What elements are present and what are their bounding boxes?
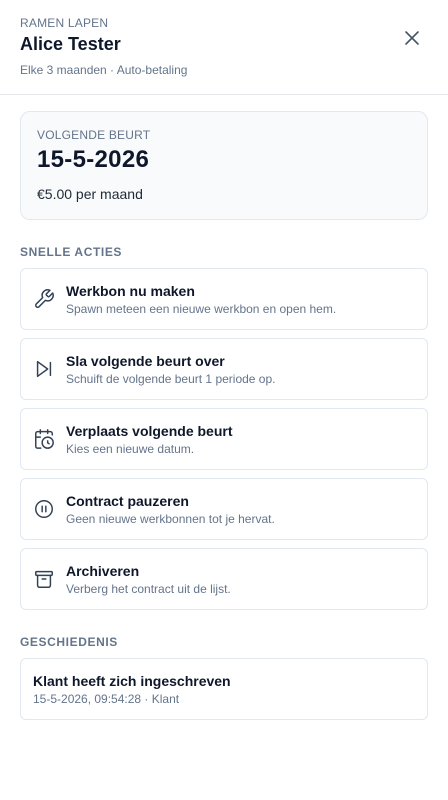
history-event-title: Klant heeft zich ingeschreven bbox=[33, 673, 231, 689]
create-work-order-button[interactable]: Werkbon nu maken Spawn meteen een nieuwe… bbox=[20, 268, 428, 330]
service-name: RAMEN LAPEN bbox=[20, 16, 109, 30]
action-title: Archiveren bbox=[66, 562, 140, 579]
action-description: Verberg het contract uit de lijst. bbox=[66, 581, 231, 596]
archive-icon bbox=[33, 568, 55, 590]
skip-forward-icon bbox=[33, 358, 55, 380]
wrench-icon bbox=[33, 288, 55, 310]
action-description: Schuift de volgende beurt 1 periode op. bbox=[66, 371, 276, 386]
next-service-label: VOLGENDE BEURT bbox=[37, 128, 151, 142]
pause-contract-button[interactable]: Contract pauzeren Geen nieuwe werkbonnen… bbox=[20, 478, 428, 540]
action-title: Sla volgende beurt over bbox=[66, 352, 225, 369]
history-item: Klant heeft zich ingeschreven 15-5-2026,… bbox=[20, 658, 428, 720]
history-event-meta: 15-5-2026, 09:54:28 · Klant bbox=[33, 692, 180, 706]
calendar-clock-icon bbox=[33, 428, 55, 450]
quick-actions-title: SNELLE ACTIES bbox=[20, 245, 123, 259]
action-title: Werkbon nu maken bbox=[66, 282, 195, 299]
next-service-card: VOLGENDE BEURT 15-5-2026 €5.00 per maand bbox=[20, 111, 428, 220]
quick-actions-list: Werkbon nu maken Spawn meteen een nieuwe… bbox=[20, 268, 428, 610]
reschedule-next-service-button[interactable]: Verplaats volgende beurt Kies een nieuwe… bbox=[20, 408, 428, 470]
action-description: Kies een nieuwe datum. bbox=[66, 441, 195, 456]
next-service-date: 15-5-2026 bbox=[37, 146, 150, 173]
skip-next-service-button[interactable]: Sla volgende beurt over Schuift de volge… bbox=[20, 338, 428, 400]
next-service-price: €5.00 per maand bbox=[37, 186, 143, 202]
archive-contract-button[interactable]: Archiveren Verberg het contract uit de l… bbox=[20, 548, 428, 610]
contract-detail-panel: RAMEN LAPEN Alice Tester Elke 3 maanden … bbox=[0, 0, 448, 800]
history-list: Klant heeft zich ingeschreven 15-5-2026,… bbox=[20, 658, 428, 720]
pause-circle-icon bbox=[33, 498, 55, 520]
action-description: Spawn meteen een nieuwe werkbon en open … bbox=[66, 301, 337, 316]
contract-summary: Elke 3 maanden · Auto-betaling bbox=[20, 63, 188, 77]
customer-name: Alice Tester bbox=[20, 34, 121, 54]
close-button[interactable] bbox=[400, 26, 424, 50]
close-icon bbox=[405, 31, 419, 45]
history-title: GESCHIEDENIS bbox=[20, 635, 118, 649]
action-title: Verplaats volgende beurt bbox=[66, 422, 233, 439]
panel-header: RAMEN LAPEN Alice Tester Elke 3 maanden … bbox=[0, 0, 448, 95]
action-title: Contract pauzeren bbox=[66, 492, 189, 509]
action-description: Geen nieuwe werkbonnen tot je hervat. bbox=[66, 511, 275, 526]
